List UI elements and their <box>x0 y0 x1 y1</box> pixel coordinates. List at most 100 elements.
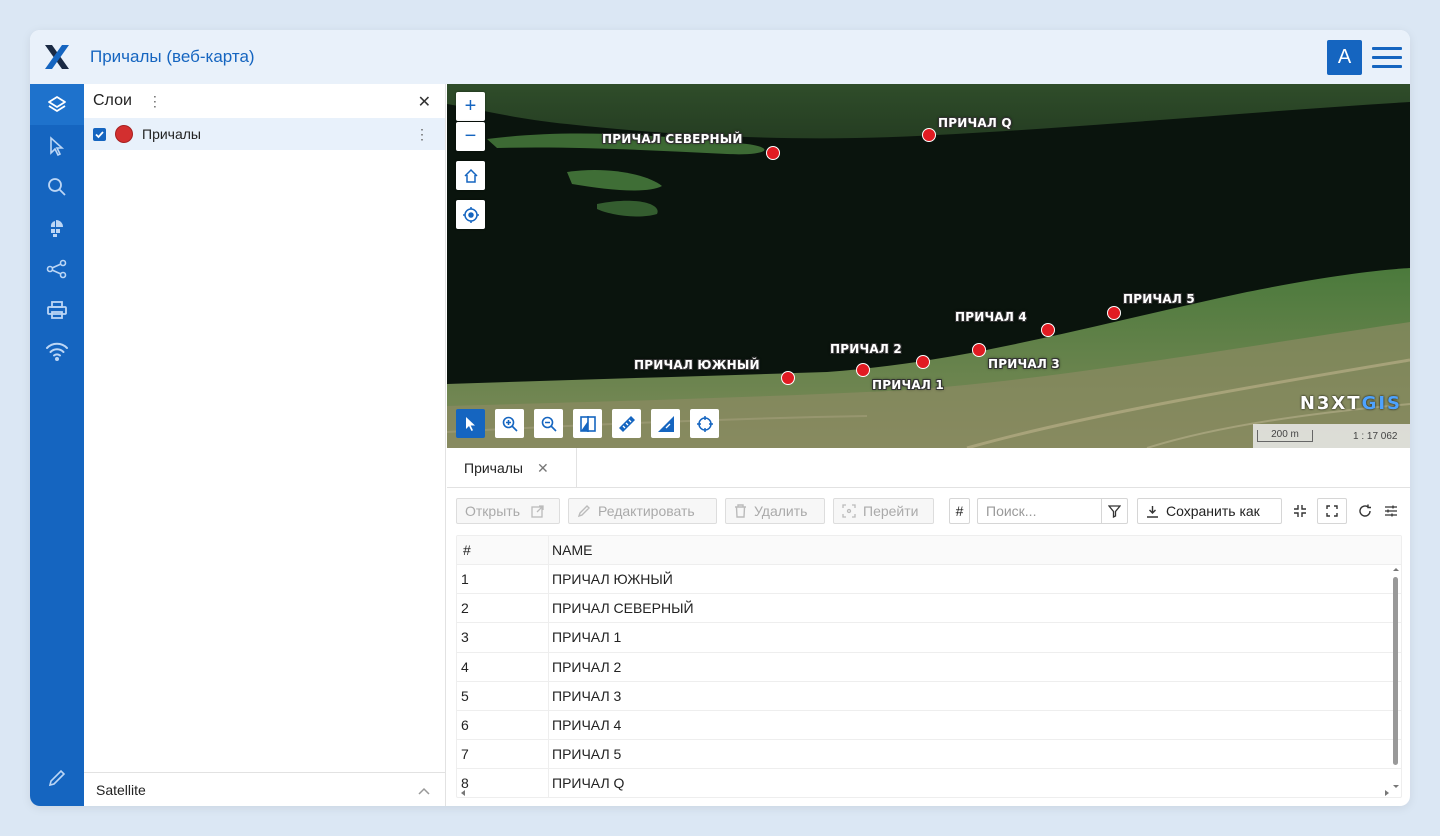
filter-icon[interactable] <box>1101 499 1127 523</box>
trash-icon <box>735 504 746 518</box>
map-marker-label: ПРИЧАЛ Q <box>938 116 1012 130</box>
geolocation-icon[interactable] <box>456 200 485 229</box>
share-icon[interactable] <box>30 248 84 289</box>
scroll-up-icon <box>1393 568 1399 571</box>
home-icon[interactable] <box>456 161 485 190</box>
print-icon[interactable] <box>30 289 84 330</box>
zoom-out-tool-icon[interactable] <box>534 409 563 438</box>
cell-name: ПРИЧАЛ 3 <box>552 687 622 704</box>
map-marker[interactable] <box>1107 306 1121 320</box>
layer-item[interactable]: Причалы ⋮ <box>84 118 445 150</box>
table-row[interactable]: 6 ПРИЧАЛ 4 <box>457 710 1401 741</box>
cell-name: ПРИЧАЛ СЕВЕРНЫЙ <box>552 600 694 617</box>
close-icon[interactable]: ✕ <box>537 460 549 477</box>
layers-panel: Слои ⋮ ✕ Причалы ⋮ Satellite <box>84 84 446 806</box>
close-icon[interactable]: ✕ <box>418 92 431 112</box>
layer-menu-icon[interactable]: ⋮ <box>415 126 429 143</box>
map-marker-label: ПРИЧАЛ 1 <box>872 378 944 392</box>
zoom-out-button[interactable]: − <box>456 122 485 151</box>
cell-name: ПРИЧАЛ ЮЖНЫЙ <box>552 571 673 588</box>
scroll-left-icon <box>461 790 465 796</box>
table-toolbar: Открыть Редактировать Удалить Перейти # … <box>447 498 1410 526</box>
coordinates-tool-icon[interactable] <box>690 409 719 438</box>
scroll-right-icon <box>1385 790 1389 796</box>
cell-name: ПРИЧАЛ 5 <box>552 746 622 763</box>
goto-button[interactable]: Перейти <box>833 498 934 524</box>
panel-menu-icon[interactable]: ⋮ <box>148 94 162 108</box>
search-input[interactable]: Поиск... <box>977 498 1128 524</box>
app-header: Причалы (веб-карта) А <box>30 30 1410 84</box>
table-row[interactable]: 5 ПРИЧАЛ 3 <box>457 681 1401 711</box>
wifi-icon[interactable] <box>30 330 84 371</box>
refresh-icon[interactable] <box>1352 498 1378 524</box>
hamburger-menu-icon[interactable] <box>1372 43 1402 73</box>
pointer-icon[interactable] <box>30 125 84 166</box>
user-avatar[interactable]: А <box>1327 40 1362 75</box>
cell-number: 5 <box>457 681 549 710</box>
table-row[interactable]: 3 ПРИЧАЛ 1 <box>457 623 1401 653</box>
map-marker[interactable] <box>856 363 870 377</box>
map-marker-label: ПРИЧАЛ СЕВЕРНЫЙ <box>602 132 743 146</box>
map-marker-label: ПРИЧАЛ 4 <box>955 310 1027 324</box>
delete-button[interactable]: Удалить <box>725 498 825 524</box>
select-tool-icon[interactable] <box>456 409 485 438</box>
table-row[interactable]: 4 ПРИЧАЛ 2 <box>457 652 1401 682</box>
swipe-tool-icon[interactable] <box>573 409 602 438</box>
map-marker[interactable] <box>766 146 780 160</box>
table-body: 1 ПРИЧАЛ ЮЖНЫЙ 2 ПРИЧАЛ СЕВЕРНЫЙ 3 ПРИЧАЛ 14П… <box>457 565 1401 797</box>
scale-bar: 200 m 1 : 17 062 <box>1253 424 1410 448</box>
map-marker[interactable] <box>972 343 986 357</box>
ruler-tool-icon[interactable] <box>612 409 641 438</box>
edit-button[interactable]: Редактировать <box>568 498 717 524</box>
nextgis-logo-icon[interactable] <box>30 30 84 84</box>
pencil-icon[interactable] <box>30 757 84 798</box>
map-marker[interactable] <box>922 128 936 142</box>
vertical-scrollbar[interactable] <box>1391 565 1401 791</box>
zoom-in-tool-icon[interactable] <box>495 409 524 438</box>
column-header-number[interactable]: # <box>457 536 549 564</box>
search-icon[interactable] <box>30 166 84 207</box>
basemap-selector[interactable]: Satellite <box>84 772 445 806</box>
table-row[interactable]: 1 ПРИЧАЛ ЮЖНЫЙ <box>457 565 1401 595</box>
settings-sliders-icon[interactable] <box>1378 498 1404 524</box>
tab-label: Причалы <box>464 460 523 476</box>
horizontal-scrollbar[interactable] <box>457 789 1401 797</box>
cell-name: ПРИЧАЛ 4 <box>552 717 622 734</box>
nextgis-watermark: N3XTGIS <box>1299 393 1402 414</box>
map-marker-label: ПРИЧАЛ 3 <box>988 357 1060 371</box>
chevron-up-icon[interactable] <box>417 783 431 799</box>
cell-number: 4 <box>457 652 549 681</box>
zoom-in-button[interactable]: + <box>456 92 485 121</box>
collapse-icon[interactable] <box>1287 498 1313 524</box>
open-button[interactable]: Открыть <box>456 498 560 524</box>
scale-line: 200 m <box>1257 430 1313 442</box>
map-marker[interactable] <box>916 355 930 369</box>
cell-name: ПРИЧАЛ 1 <box>552 629 622 646</box>
cell-number: 1 <box>457 565 549 594</box>
cell-number: 7 <box>457 740 549 769</box>
map-marker-label: ПРИЧАЛ 5 <box>1123 292 1195 306</box>
layer-symbol-icon <box>115 125 133 143</box>
save-as-button[interactable]: Сохранить как <box>1137 498 1282 524</box>
layer-name: Причалы <box>142 126 201 142</box>
table-row[interactable]: 7 ПРИЧАЛ 5 <box>457 740 1401 770</box>
cell-number: 6 <box>457 710 549 740</box>
map-marker[interactable] <box>1041 323 1055 337</box>
map-view[interactable]: ПРИЧАЛ СЕВЕРНЫЙ ПРИЧАЛ Q ПРИЧАЛ ЮЖНЫЙ ПР… <box>447 84 1410 448</box>
tab-prichaly[interactable]: Причалы ✕ <box>447 448 577 488</box>
fullscreen-icon[interactable] <box>1317 498 1347 524</box>
hash-toggle-button[interactable]: # <box>949 498 970 524</box>
map-marker[interactable] <box>781 371 795 385</box>
attribute-table: # NAME 1 ПРИЧАЛ ЮЖНЫЙ 2 ПРИЧАЛ СЕВЕРНЫЙ 3 ПРИ… <box>456 535 1402 798</box>
cell-number: 3 <box>457 623 549 652</box>
basemap-icon[interactable] <box>30 207 84 248</box>
external-link-icon <box>531 504 544 518</box>
bottom-tabs: Причалы ✕ <box>447 448 1410 488</box>
column-header-name[interactable]: NAME <box>549 536 1401 564</box>
pencil-icon <box>577 505 590 518</box>
area-tool-icon[interactable] <box>651 409 680 438</box>
scale-ratio: 1 : 17 062 <box>1353 430 1398 442</box>
table-row[interactable]: 2 ПРИЧАЛ СЕВЕРНЫЙ <box>457 594 1401 624</box>
layer-checkbox[interactable] <box>93 127 106 141</box>
layers-icon[interactable] <box>30 84 84 125</box>
